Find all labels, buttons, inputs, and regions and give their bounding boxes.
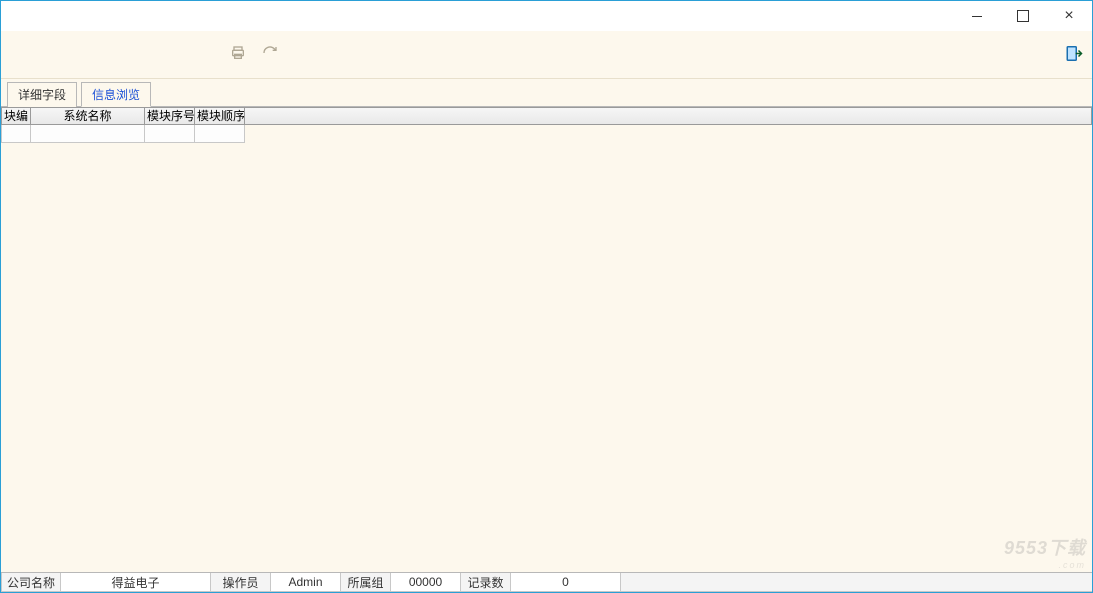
tabs: 详细字段 信息浏览 <box>1 79 1092 107</box>
status-records-value: 0 <box>511 573 621 592</box>
content-area: 块编 系统名称 模块序号 模块顺序 <box>1 107 1092 572</box>
tab-info-browse[interactable]: 信息浏览 <box>81 82 151 107</box>
printer-icon[interactable] <box>229 45 247 64</box>
close-button[interactable]: × <box>1046 1 1092 31</box>
grid-header-col-3[interactable]: 模块顺序 <box>195 107 245 125</box>
table-row[interactable] <box>1 125 1092 143</box>
close-icon: × <box>1064 8 1073 24</box>
grid-header-row: 块编 系统名称 模块序号 模块顺序 <box>1 107 1092 125</box>
tab-detail-fields[interactable]: 详细字段 <box>7 82 77 107</box>
status-company-label: 公司名称 <box>1 573 61 592</box>
statusbar: 公司名称 得益电子 操作员 Admin 所属组 00000 记录数 0 <box>1 572 1092 592</box>
grid-header-col-1[interactable]: 系统名称 <box>31 107 145 125</box>
toolbar <box>1 31 1092 79</box>
exit-icon[interactable] <box>1064 51 1084 65</box>
status-company-value: 得益电子 <box>61 573 211 592</box>
status-operator-label: 操作员 <box>211 573 271 592</box>
status-group-label: 所属组 <box>341 573 391 592</box>
status-filler <box>621 573 1092 592</box>
minimize-icon <box>972 16 982 17</box>
minimize-button[interactable] <box>954 1 1000 31</box>
maximize-button[interactable] <box>1000 1 1046 31</box>
app-window: × 详细字段 信息浏览 块编 系统名称 模块序号 模块顺序 <box>0 0 1093 593</box>
status-operator-value: Admin <box>271 573 341 592</box>
grid-header-col-0[interactable]: 块编 <box>1 107 31 125</box>
grid-cell[interactable] <box>195 125 245 143</box>
grid-header-col-2[interactable]: 模块序号 <box>145 107 195 125</box>
status-records-label: 记录数 <box>461 573 511 592</box>
grid-cell[interactable] <box>145 125 195 143</box>
titlebar: × <box>1 1 1092 31</box>
status-group-value: 00000 <box>391 573 461 592</box>
refresh-icon[interactable] <box>261 45 279 64</box>
maximize-icon <box>1017 10 1029 22</box>
grid-header-filler <box>245 107 1092 125</box>
grid-cell[interactable] <box>1 125 31 143</box>
data-grid[interactable]: 块编 系统名称 模块序号 模块顺序 <box>1 107 1092 143</box>
grid-cell[interactable] <box>31 125 145 143</box>
